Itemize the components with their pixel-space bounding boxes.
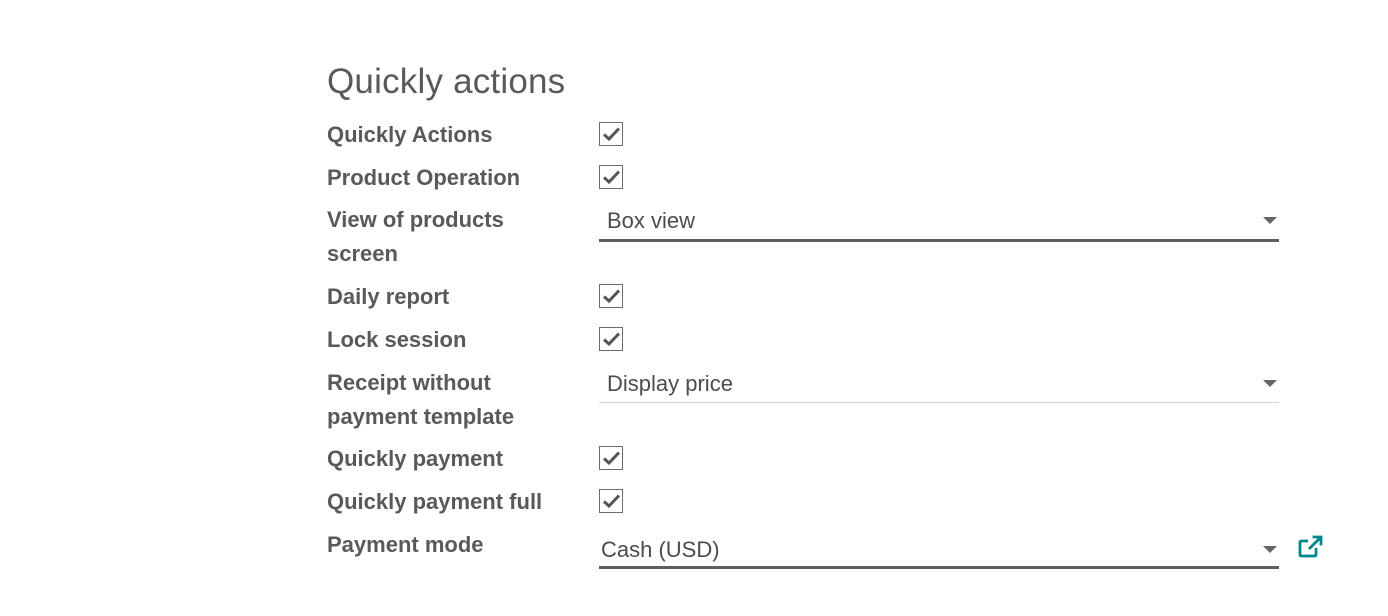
view-of-products-screen-label: View of products screen	[327, 207, 504, 266]
view-of-products-screen-select[interactable]: Box view	[599, 203, 1279, 242]
lock-session-label: Lock session	[327, 327, 467, 352]
quickly-payment-full-checkbox[interactable]	[599, 489, 623, 513]
caret-down-icon	[1263, 380, 1277, 387]
external-link-icon[interactable]	[1297, 534, 1325, 560]
quickly-actions-label: Quickly Actions	[327, 122, 493, 147]
receipt-without-payment-template-label: Receipt without payment template	[327, 370, 515, 429]
payment-mode-value: Cash (USD)	[601, 537, 720, 562]
checkmark-icon	[603, 170, 620, 184]
receipt-without-payment-template-select[interactable]: Display price	[599, 366, 1279, 403]
checkmark-icon	[603, 494, 620, 508]
quickly-actions-checkbox[interactable]	[599, 122, 623, 146]
product-operation-label: Product Operation	[327, 165, 521, 190]
payment-mode-label: Payment mode	[327, 532, 484, 557]
checkmark-icon	[603, 451, 620, 465]
quickly-payment-label: Quickly payment	[327, 446, 504, 471]
daily-report-label: Daily report	[327, 284, 450, 309]
quickly-actions-section: Quickly actions Quickly Actions Product …	[327, 60, 1327, 569]
quickly-payment-full-label: Quickly payment full	[327, 489, 543, 514]
section-title: Quickly actions	[327, 62, 566, 101]
caret-down-icon	[1263, 217, 1277, 224]
checkmark-icon	[603, 289, 620, 303]
daily-report-checkbox[interactable]	[599, 284, 623, 308]
checkmark-icon	[603, 332, 620, 346]
caret-down-icon	[1263, 546, 1277, 553]
lock-session-checkbox[interactable]	[599, 327, 623, 351]
payment-mode-select[interactable]: Cash (USD)	[599, 530, 1279, 569]
product-operation-checkbox[interactable]	[599, 165, 623, 189]
receipt-without-payment-template-value: Display price	[607, 371, 733, 396]
checkmark-icon	[603, 127, 620, 141]
view-of-products-screen-value: Box view	[607, 208, 696, 233]
quickly-payment-checkbox[interactable]	[599, 446, 623, 470]
